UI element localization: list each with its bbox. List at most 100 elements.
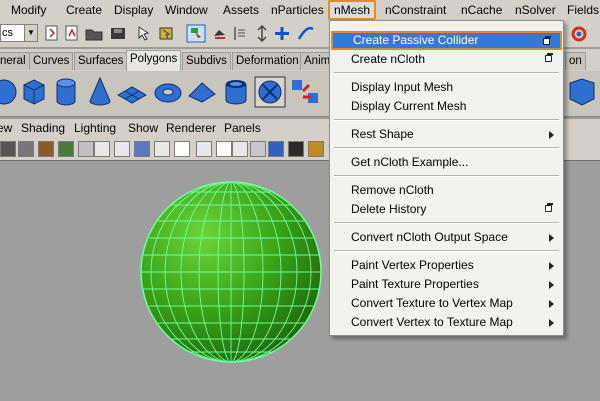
menu-item-convert-vertex-to-texture-map[interactable]: Convert Vertex to Texture Map xyxy=(331,313,562,332)
combine-icon[interactable] xyxy=(254,75,286,109)
save-icon[interactable] xyxy=(108,24,128,43)
flat-shade-icon[interactable] xyxy=(288,141,304,157)
menu-separator xyxy=(334,222,559,224)
menu-create[interactable]: Create xyxy=(66,0,102,20)
menu-separator xyxy=(334,119,559,121)
tab-right[interactable]: on xyxy=(565,52,586,70)
main-menubar: Modify Create Display Window Assets nPar… xyxy=(0,0,600,21)
tab-deformation[interactable]: Deformation xyxy=(232,52,303,70)
film-gate-icon[interactable] xyxy=(78,141,94,157)
menu-item-label: Paint Texture Properties xyxy=(351,277,479,291)
camera-attr-icon[interactable] xyxy=(18,141,34,157)
magnet-snap-icon[interactable] xyxy=(252,24,272,43)
poly-cylinder-icon[interactable] xyxy=(50,75,82,109)
edge-mask-icon[interactable] xyxy=(230,24,250,43)
menu-item-get-ncloth-example[interactable]: Get nCloth Example... xyxy=(331,153,562,172)
menu-item-convert-ncloth-output-space[interactable]: Convert nCloth Output Space xyxy=(331,228,562,247)
menu-item-paint-vertex-properties[interactable]: Paint Vertex Properties xyxy=(331,256,562,275)
menu-item-label: Paint Vertex Properties xyxy=(351,258,474,272)
tab-surfaces[interactable]: Surfaces xyxy=(74,52,128,70)
menu-item-label: Remove nCloth xyxy=(351,183,434,197)
menu-item-label: Rest Shape xyxy=(351,127,414,141)
xray-icon[interactable] xyxy=(232,141,248,157)
menu-nconstraint[interactable]: nConstraint xyxy=(385,0,446,20)
menu-separator xyxy=(334,72,559,74)
field-chart-icon[interactable] xyxy=(134,141,150,157)
safe-action-icon[interactable] xyxy=(154,141,170,157)
option-box-icon[interactable] xyxy=(545,203,553,212)
chevron-down-icon[interactable]: ▼ xyxy=(24,25,37,41)
panel-menu-renderer[interactable]: Renderer xyxy=(166,119,216,138)
submenu-arrow-icon xyxy=(549,300,554,308)
undo-icon[interactable] xyxy=(570,24,590,43)
menu-fields[interactable]: Fields xyxy=(567,0,599,20)
open-scene-icon[interactable] xyxy=(62,24,82,43)
smooth-shade-icon[interactable] xyxy=(268,141,284,157)
mode-selector[interactable]: cs ▼ xyxy=(0,24,38,42)
select-component-icon[interactable] xyxy=(186,24,206,43)
menu-display[interactable]: Display xyxy=(114,0,153,20)
menu-item-create-ncloth[interactable]: Create nCloth xyxy=(331,50,562,69)
select-hierarchy-icon[interactable] xyxy=(134,24,154,43)
menu-item-label: Get nCloth Example... xyxy=(351,155,469,169)
nmesh-dropdown-menu: Create Passive Collider Create nCloth Di… xyxy=(329,20,564,336)
poly-torus-icon[interactable] xyxy=(152,75,184,109)
menu-item-display-current-mesh[interactable]: Display Current Mesh xyxy=(331,97,562,116)
menu-nmesh[interactable]: nMesh xyxy=(328,0,377,20)
folder-icon[interactable] xyxy=(84,24,104,43)
menu-item-convert-texture-to-vertex-map[interactable]: Convert Texture to Vertex Map xyxy=(331,294,562,313)
menu-item-create-passive-collider[interactable]: Create Passive Collider xyxy=(331,31,562,50)
tab-polygons[interactable]: Polygons xyxy=(126,50,182,71)
extract-icon[interactable] xyxy=(290,75,322,109)
submenu-arrow-icon xyxy=(549,131,554,139)
texture-icon[interactable] xyxy=(308,141,324,157)
heads-up-icon[interactable] xyxy=(196,141,212,157)
menu-item-paint-texture-properties[interactable]: Paint Texture Properties xyxy=(331,275,562,294)
poly-cube-icon[interactable] xyxy=(18,75,50,109)
panel-menu-shading[interactable]: Shading xyxy=(21,119,65,138)
gate-mask-icon[interactable] xyxy=(114,141,130,157)
menu-item-remove-ncloth[interactable]: Remove nCloth xyxy=(331,181,562,200)
poly-cone-icon[interactable] xyxy=(84,75,116,109)
poly-pipe-icon[interactable] xyxy=(220,75,252,109)
snap-curve-icon[interactable] xyxy=(296,24,316,43)
poly-sphere-icon[interactable] xyxy=(0,75,20,109)
menu-item-label: Display Current Mesh xyxy=(351,99,467,113)
vertex-mask-icon[interactable] xyxy=(210,24,230,43)
menu-assets[interactable]: Assets xyxy=(223,0,259,20)
text-icon[interactable] xyxy=(216,141,232,157)
wireframe-icon[interactable] xyxy=(250,141,266,157)
menu-item-display-input-mesh[interactable]: Display Input Mesh xyxy=(331,78,562,97)
mode-selector-value: cs xyxy=(2,27,13,39)
poly-tool-icon[interactable] xyxy=(566,75,598,109)
menu-modify[interactable]: Modify xyxy=(11,0,46,20)
menu-item-label: Delete History xyxy=(351,202,427,216)
menu-separator xyxy=(334,175,559,177)
panel-menu-show[interactable]: Show xyxy=(128,119,158,138)
camera-icon[interactable] xyxy=(0,141,16,157)
select-object-icon[interactable] xyxy=(156,24,176,43)
panel-menu-panels[interactable]: Panels xyxy=(224,119,261,138)
menu-item-rest-shape[interactable]: Rest Shape xyxy=(331,125,562,144)
tab-subdivs[interactable]: Subdivs xyxy=(182,52,231,70)
bookmark-icon[interactable] xyxy=(38,141,54,157)
menu-nparticles[interactable]: nParticles xyxy=(271,0,324,20)
option-box-icon[interactable] xyxy=(543,36,551,45)
image-plane-icon[interactable] xyxy=(58,141,74,157)
menu-item-delete-history[interactable]: Delete History xyxy=(331,200,562,219)
tab-general[interactable]: neral xyxy=(0,52,30,70)
menu-window[interactable]: Window xyxy=(165,0,208,20)
poly-plane-icon[interactable] xyxy=(116,75,148,109)
tab-curves[interactable]: Curves xyxy=(29,52,74,70)
panel-menu-view[interactable]: ew xyxy=(0,119,12,138)
new-scene-icon[interactable] xyxy=(42,24,62,43)
panel-menu-lighting[interactable]: Lighting xyxy=(74,119,116,138)
menu-nsolver[interactable]: nSolver xyxy=(515,0,556,20)
snap-grid-icon[interactable] xyxy=(272,24,292,43)
menu-ncache[interactable]: nCache xyxy=(461,0,502,20)
option-box-icon[interactable] xyxy=(545,53,553,62)
resolution-gate-icon[interactable] xyxy=(94,141,110,157)
grid-icon[interactable] xyxy=(174,141,190,157)
submenu-arrow-icon xyxy=(549,281,554,289)
poly-prism-icon[interactable] xyxy=(186,75,218,109)
